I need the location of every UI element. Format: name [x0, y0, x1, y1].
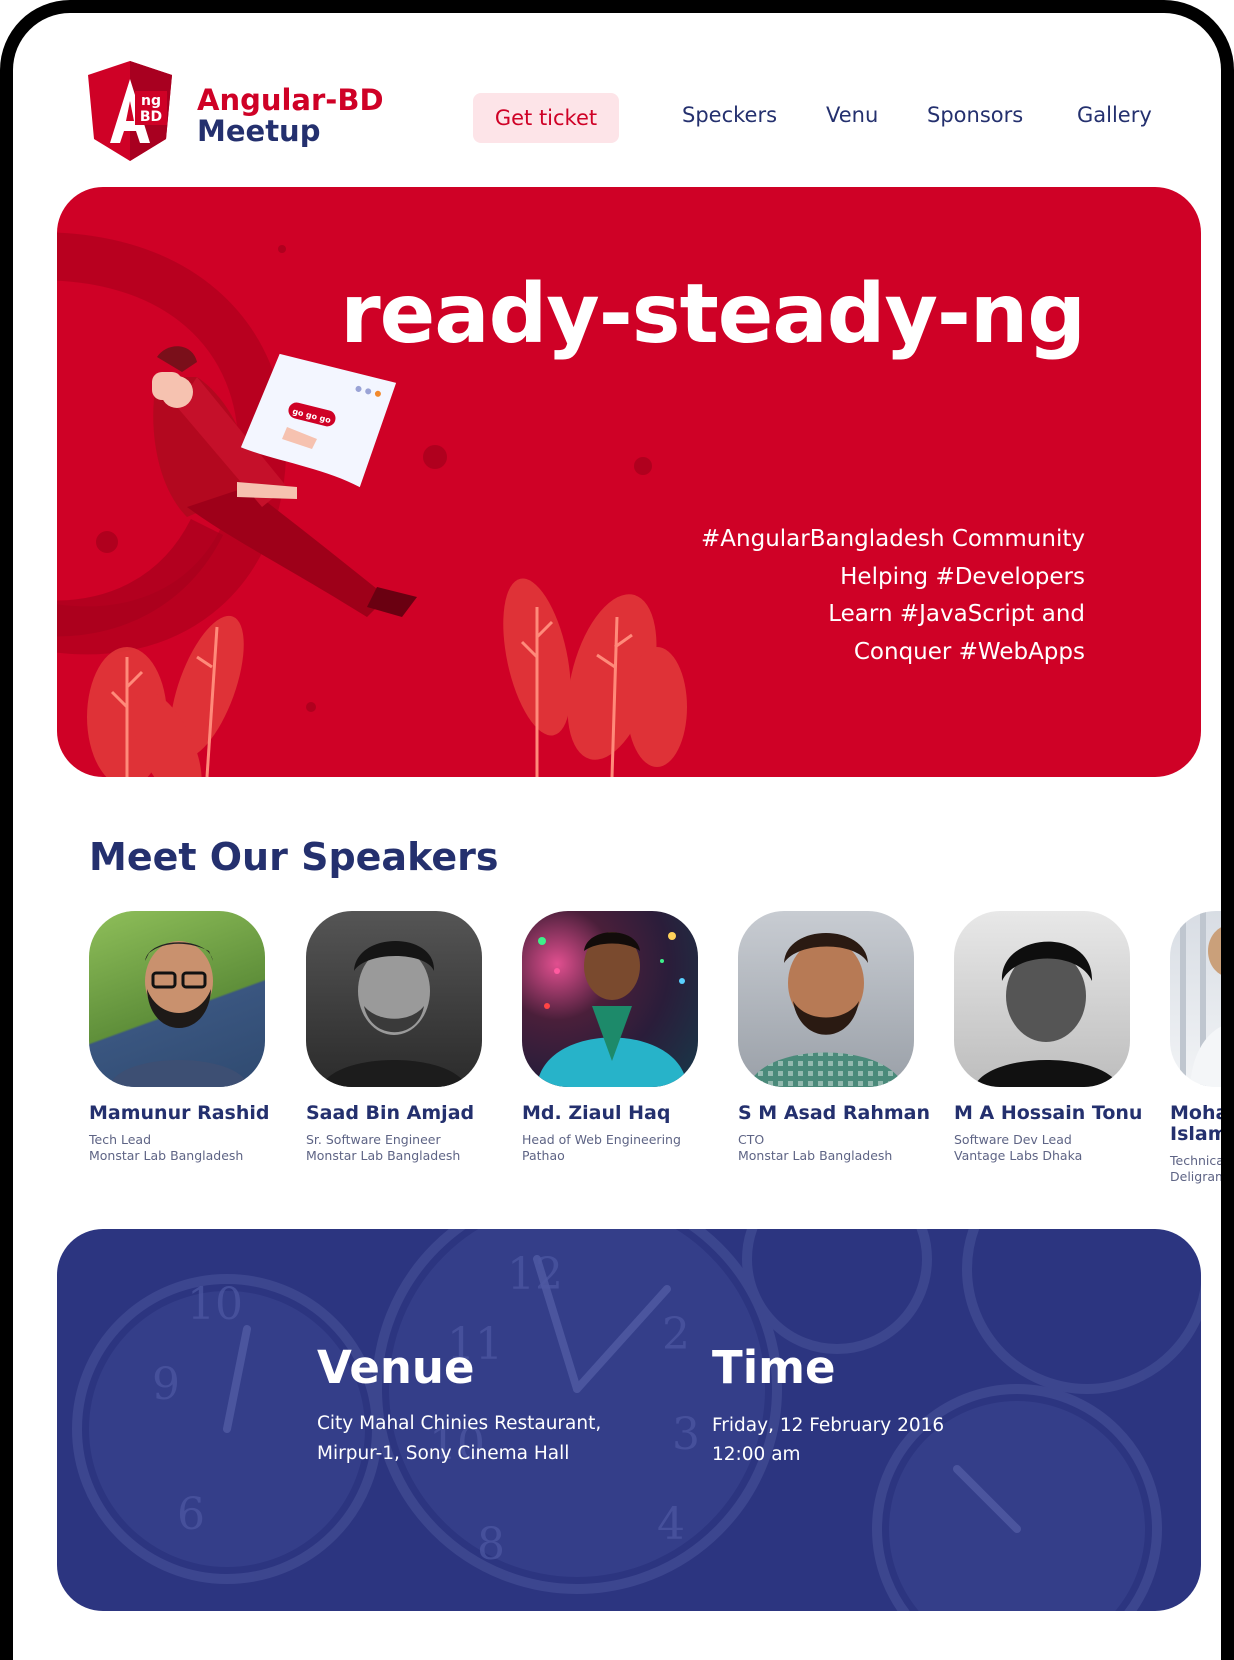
venue-heading: Venue: [317, 1341, 475, 1394]
nav-link-gallery[interactable]: Gallery: [1077, 103, 1152, 127]
speakers-heading: Meet Our Speakers: [89, 835, 499, 879]
hero-title: ready-steady-ng: [340, 267, 1086, 362]
speaker-name: Saad Bin Amjad: [306, 1102, 475, 1124]
speaker-card[interactable]: S M Asad Rahman CTO Monstar Lab Banglade…: [738, 911, 938, 1164]
svg-text:8: 8: [477, 1519, 505, 1570]
speaker-photo: [1170, 911, 1221, 1087]
nav-link-venue[interactable]: Venu: [826, 103, 878, 127]
speaker-name: M A Hossain Tonu: [954, 1102, 1143, 1124]
speaker-role: CTO: [738, 1132, 765, 1147]
device-frame: ng BD Angular-BD Meetup Get ticket Speck…: [0, 0, 1234, 1660]
nav-link-sponsors[interactable]: Sponsors: [927, 103, 1023, 127]
speaker-photo: [89, 911, 265, 1087]
brand-line-2: Meetup: [197, 114, 321, 148]
speaker-photo: [738, 911, 914, 1087]
speaker-card[interactable]: Saad Bin Amjad Sr. Software Engineer Mon…: [306, 911, 506, 1164]
speaker-name: Mamunur Rashid: [89, 1102, 270, 1124]
venue-line: City Mahal Chinies Restaurant,: [317, 1413, 602, 1434]
brand-line-1: Angular-BD: [197, 83, 384, 117]
speaker-photo: [306, 911, 482, 1087]
svg-text:BD: BD: [140, 109, 162, 125]
tagline-line: Learn #JavaScript and: [828, 601, 1085, 627]
time-heading: Time: [712, 1341, 836, 1394]
speaker-role: Tech Lead: [89, 1132, 151, 1147]
svg-text:12: 12: [507, 1249, 563, 1300]
event-info-card: 12 11 10 2 3 4 8 10 9 6 Venue City Mahal…: [57, 1229, 1201, 1611]
nav-link-speakers[interactable]: Speckers: [682, 103, 777, 127]
svg-text:6: 6: [177, 1489, 205, 1540]
speaker-org: Pathao: [522, 1148, 565, 1163]
speaker-card[interactable]: Mamunur Rashid Tech Lead Monstar Lab Ban…: [89, 911, 289, 1164]
speaker-name: Md. Ziaul Haq: [522, 1102, 671, 1124]
svg-text:3: 3: [672, 1409, 700, 1460]
time-hour: 12:00 am: [712, 1444, 801, 1465]
angular-bd-logo[interactable]: ng BD: [88, 61, 172, 161]
speaker-org: Monstar Lab Bangladesh: [89, 1148, 244, 1163]
get-ticket-button[interactable]: Get ticket: [473, 93, 619, 143]
speaker-name: Mohan Islam (: [1170, 1102, 1229, 1145]
svg-text:4: 4: [657, 1499, 685, 1550]
speaker-name-line: Islam (: [1170, 1123, 1228, 1145]
tagline-line: Helping #Developers: [840, 563, 1085, 590]
hero-banner: go go go ready-steady-ng #AngularBanglad…: [57, 187, 1201, 777]
speaker-role: Software Dev Lead: [954, 1132, 1072, 1147]
svg-text:ng: ng: [141, 93, 161, 109]
venue-line: Mirpur-1, Sony Cinema Hall: [317, 1443, 570, 1464]
speaker-role: Sr. Software Engineer: [306, 1132, 441, 1147]
tagline-line: Conquer #WebApps: [853, 638, 1085, 665]
svg-text:2: 2: [662, 1309, 690, 1360]
speaker-org: Monstar Lab Bangladesh: [306, 1148, 461, 1163]
speaker-card[interactable]: Mohan Islam ( Technical E Deligram: [1170, 911, 1234, 1185]
speaker-org: Vantage Labs Dhaka: [954, 1148, 1083, 1163]
speaker-role: Head of Web Engineering: [522, 1132, 681, 1147]
time-date: Friday, 12 February 2016: [712, 1415, 945, 1436]
speaker-org: Monstar Lab Bangladesh: [738, 1148, 893, 1163]
speaker-card[interactable]: Md. Ziaul Haq Head of Web Engineering Pa…: [522, 911, 722, 1164]
speaker-role: Technical E: [1170, 1153, 1234, 1168]
svg-text:10: 10: [187, 1279, 243, 1330]
brand-name[interactable]: Angular-BD Meetup: [197, 85, 384, 147]
clock-background-image: 12 11 10 2 3 4 8 10 9 6: [72, 1229, 1201, 1611]
speaker-photo: [954, 911, 1130, 1087]
speaker-name-line: Mohan: [1170, 1102, 1229, 1124]
svg-text:9: 9: [152, 1359, 180, 1410]
tagline-line: #AngularBangladesh Community: [701, 526, 1085, 552]
speaker-name: S M Asad Rahman: [738, 1102, 930, 1124]
speaker-photo: [522, 911, 698, 1087]
hero-tagline: #AngularBangladesh Community Helping #De…: [701, 521, 1085, 671]
speaker-card[interactable]: M A Hossain Tonu Software Dev Lead Vanta…: [954, 911, 1154, 1164]
speaker-org: Deligram: [1170, 1169, 1228, 1184]
